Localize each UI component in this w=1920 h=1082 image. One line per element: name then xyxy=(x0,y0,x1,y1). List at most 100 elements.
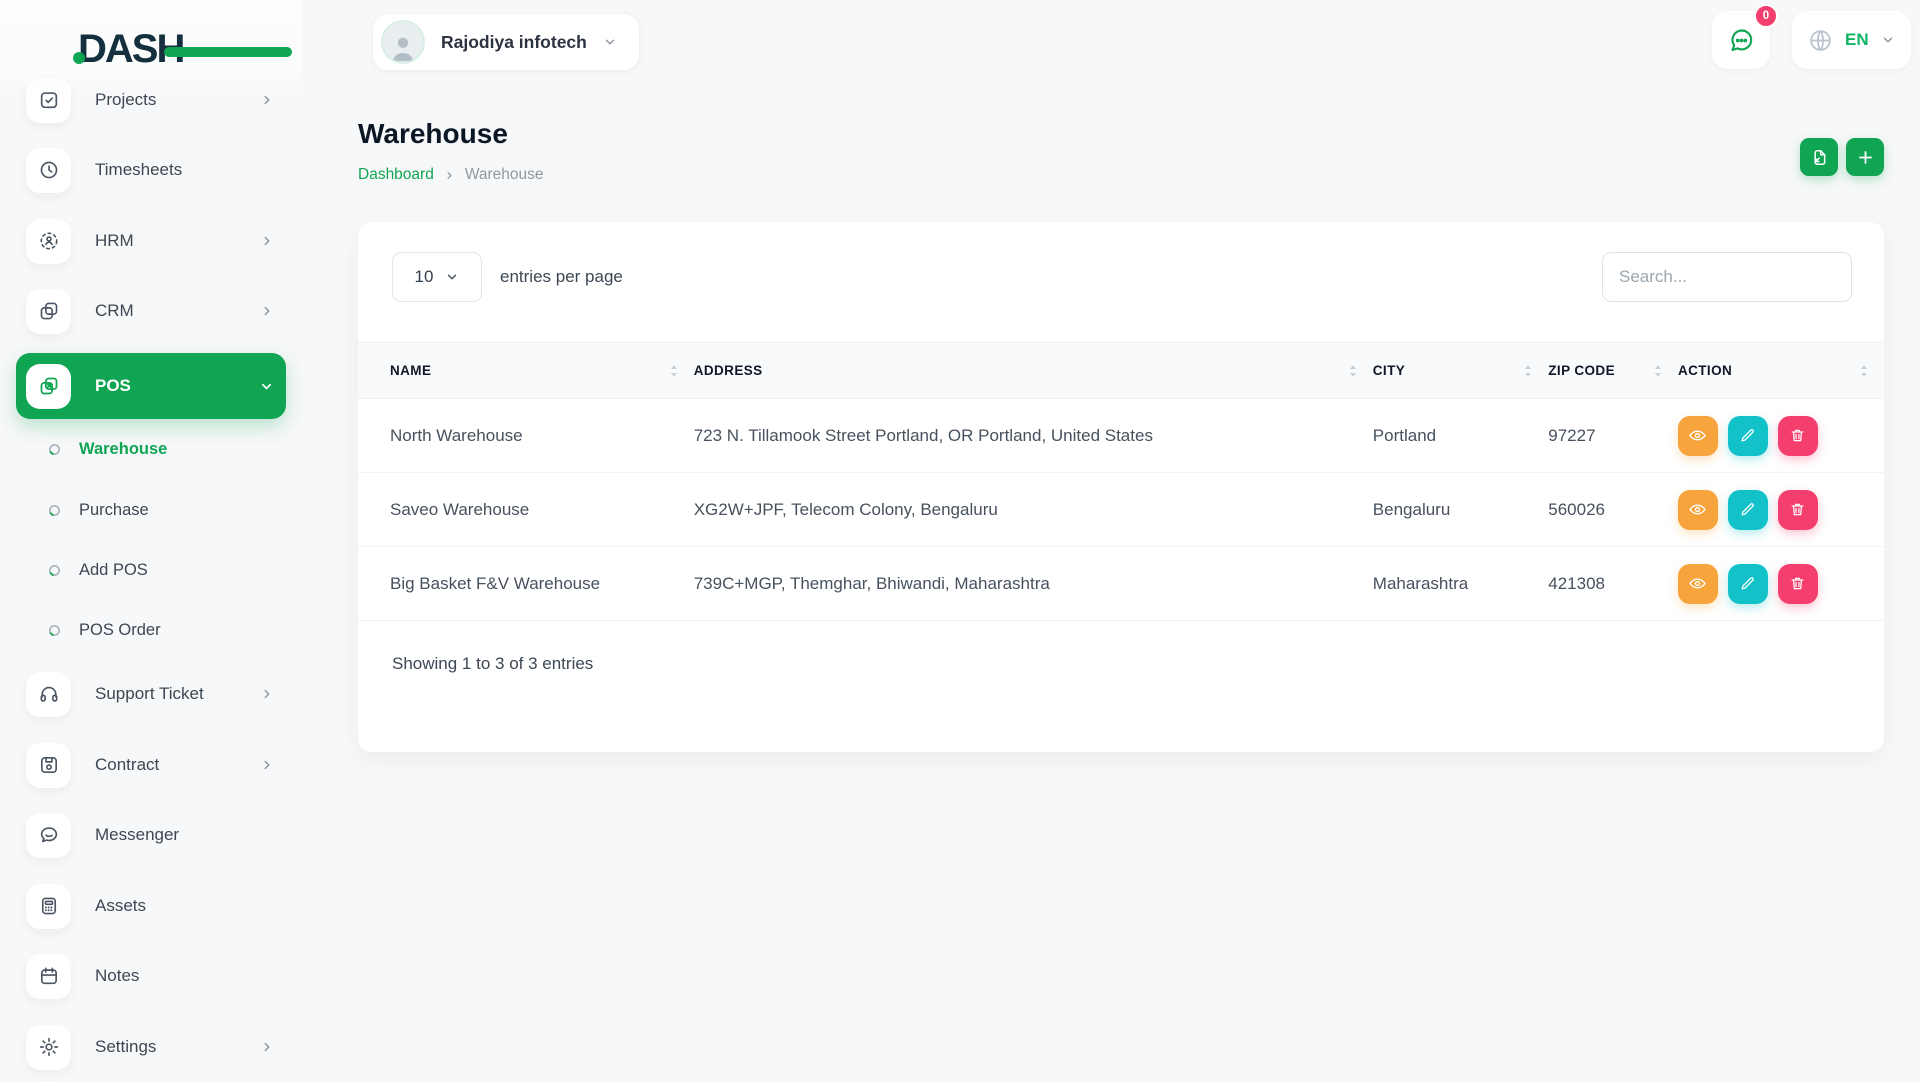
calculator-icon xyxy=(26,883,71,929)
sidebar-item-hrm[interactable]: HRM xyxy=(16,206,286,276)
brand-logo[interactable]: DASH xyxy=(73,26,292,72)
delete-button[interactable] xyxy=(1777,489,1818,530)
sort-icon xyxy=(668,364,680,378)
trash-icon xyxy=(1789,575,1806,592)
eye-icon xyxy=(1688,426,1707,445)
plus-icon xyxy=(1856,148,1875,167)
language-code: EN xyxy=(1845,30,1869,49)
cell-address: 723 N. Tillamook Street Portland, OR Por… xyxy=(693,398,1373,473)
edit-button[interactable] xyxy=(1727,563,1768,604)
sidebar-item-messenger[interactable]: Messenger xyxy=(16,800,286,870)
sidebar-subitem-label: POS Order xyxy=(79,620,161,639)
chat-bubble-icon xyxy=(26,812,71,858)
table-summary: Showing 1 to 3 of 3 entries xyxy=(392,654,594,673)
export-button[interactable] xyxy=(1800,138,1838,176)
view-button[interactable] xyxy=(1677,415,1718,456)
search-input[interactable] xyxy=(1602,252,1852,302)
cell-zip-code: 97227 xyxy=(1548,398,1678,473)
chevron-right-icon xyxy=(444,170,455,181)
sidebar-item-label: Support Ticket xyxy=(95,684,204,703)
sidebar-subitem-add-pos[interactable]: Add POS xyxy=(16,540,286,600)
view-button[interactable] xyxy=(1677,489,1718,530)
delete-button[interactable] xyxy=(1777,415,1818,456)
warehouse-table-card: 10 entries per page NAME ADDRESS CITY ZI… xyxy=(358,222,1884,752)
logo-bar xyxy=(164,47,292,57)
pencil-icon xyxy=(1739,427,1756,444)
sidebar-item-assets[interactable]: Assets xyxy=(16,871,286,941)
chat-badge: 0 xyxy=(1754,4,1778,28)
column-header-name[interactable]: NAME xyxy=(358,342,694,399)
pencil-icon xyxy=(1739,501,1756,518)
sidebar-item-label: Assets xyxy=(95,896,147,915)
chevron-right-icon xyxy=(260,1040,274,1054)
bullet-circle-icon xyxy=(48,624,61,637)
headphones-icon xyxy=(26,671,71,717)
sidebar-item-notes[interactable]: Notes xyxy=(16,941,286,1011)
sort-icon xyxy=(1858,364,1870,378)
breadcrumb: Dashboard Warehouse xyxy=(358,166,544,184)
sidebar-subitem-label: Purchase xyxy=(79,500,149,519)
column-header-address[interactable]: ADDRESS xyxy=(693,342,1373,399)
cell-city: Bengaluru xyxy=(1372,472,1549,547)
chevron-down-icon xyxy=(445,270,459,284)
edit-button[interactable] xyxy=(1727,415,1768,456)
breadcrumb-dashboard-link[interactable]: Dashboard xyxy=(358,166,434,184)
add-warehouse-button[interactable] xyxy=(1846,138,1884,176)
eye-icon xyxy=(1688,574,1707,593)
sort-icon xyxy=(1652,364,1664,378)
crm-icon xyxy=(26,288,71,334)
cell-address: 739C+MGP, Themghar, Bhiwandi, Maharashtr… xyxy=(693,546,1373,621)
sidebar-subitem-purchase[interactable]: Purchase xyxy=(16,480,286,540)
sidebar-subitem-label: Warehouse xyxy=(79,439,168,458)
view-button[interactable] xyxy=(1677,563,1718,604)
calendar-icon xyxy=(26,953,71,999)
cell-name: Saveo Warehouse xyxy=(358,472,694,547)
column-header-zip-code[interactable]: ZIP CODE xyxy=(1548,342,1678,399)
cell-name: Big Basket F&V Warehouse xyxy=(358,546,694,621)
bullet-circle-icon xyxy=(48,504,61,517)
clock-icon xyxy=(26,147,71,193)
language-selector[interactable]: EN xyxy=(1792,11,1911,69)
chevron-down-icon xyxy=(1881,33,1895,47)
chevron-right-icon xyxy=(260,234,274,248)
column-header-city[interactable]: CITY xyxy=(1372,342,1549,399)
chevron-down-icon xyxy=(603,35,617,49)
sort-icon xyxy=(1347,364,1359,378)
sidebar-item-support-ticket[interactable]: Support Ticket xyxy=(16,659,286,729)
pencil-icon xyxy=(1739,575,1756,592)
chevron-down-icon xyxy=(259,379,274,394)
cell-zip-code: 560026 xyxy=(1548,472,1678,547)
cell-city: Portland xyxy=(1372,398,1549,473)
cell-name: North Warehouse xyxy=(358,398,694,473)
sidebar-item-label: Notes xyxy=(95,966,140,985)
sidebar-item-label: Settings xyxy=(95,1037,157,1056)
bullet-circle-icon xyxy=(48,564,61,577)
sidebar-item-label: HRM xyxy=(95,231,134,250)
sidebar-item-contract[interactable]: Contract xyxy=(16,730,286,800)
chat-button[interactable]: 0 xyxy=(1712,4,1778,69)
sidebar-item-settings[interactable]: Settings xyxy=(16,1012,286,1082)
entries-per-page-select[interactable]: 10 xyxy=(392,252,482,302)
pos-icon xyxy=(26,363,71,409)
sort-icon xyxy=(1522,364,1534,378)
delete-button[interactable] xyxy=(1777,563,1818,604)
company-selector[interactable]: Rajodiya infotech xyxy=(372,13,640,71)
sidebar-item-label: Messenger xyxy=(95,825,180,844)
chevron-right-icon xyxy=(260,687,274,701)
sidebar-subitem-warehouse[interactable]: Warehouse xyxy=(16,419,286,479)
table-row: Saveo Warehouse XG2W+JPF, Telecom Colony… xyxy=(358,472,1884,547)
page-title: Warehouse xyxy=(358,118,508,149)
sidebar-item-label: CRM xyxy=(95,301,134,320)
hrm-icon xyxy=(26,218,71,264)
trash-icon xyxy=(1789,501,1806,518)
table-header-row: NAME ADDRESS CITY ZIP CODE ACTION xyxy=(358,342,1884,399)
sidebar-subitem-pos-order[interactable]: POS Order xyxy=(16,600,286,660)
cell-city: Maharashtra xyxy=(1372,546,1549,621)
column-header-action[interactable]: ACTION xyxy=(1677,342,1884,399)
sidebar-item-timesheets[interactable]: Timesheets xyxy=(16,135,286,205)
sidebar-item-label: Timesheets xyxy=(95,160,183,179)
edit-button[interactable] xyxy=(1727,489,1768,530)
sidebar-item-crm[interactable]: CRM xyxy=(16,276,286,346)
entries-per-page-label: entries per page xyxy=(500,267,623,286)
sidebar-item-pos[interactable]: POS xyxy=(16,353,286,419)
